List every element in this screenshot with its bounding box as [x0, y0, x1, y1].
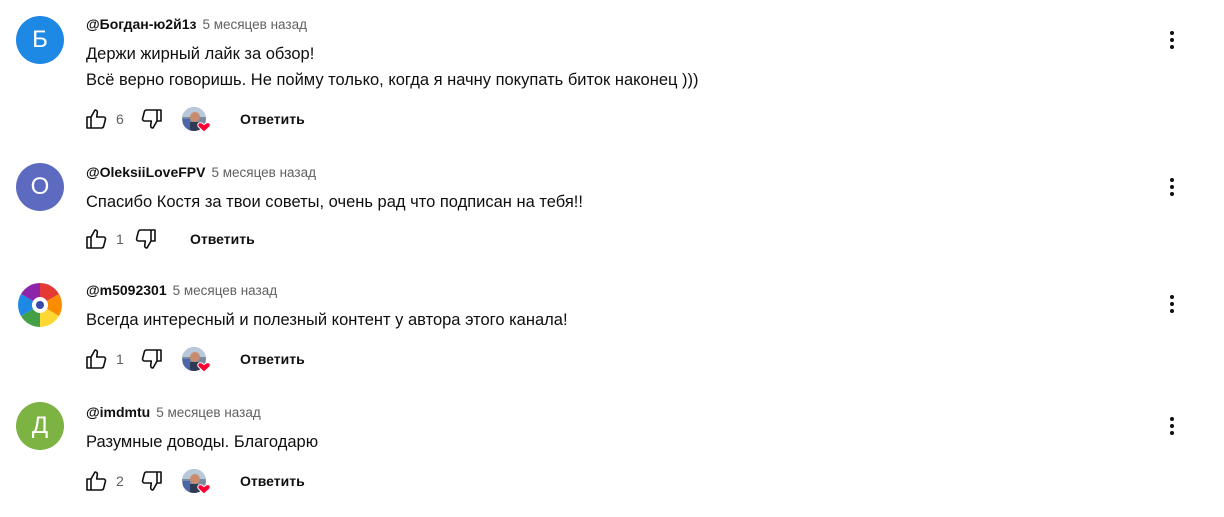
- avatar-letter: Б: [32, 26, 48, 53]
- comment-meta: @imdmtu 5 месяцев назад: [86, 403, 261, 422]
- comment-menu-button[interactable]: [1160, 292, 1184, 316]
- dislike-button[interactable]: [132, 225, 160, 253]
- author-name[interactable]: @imdmtu: [86, 404, 150, 420]
- thumb-down-icon: [141, 471, 162, 491]
- thumb-up-icon: [86, 229, 107, 249]
- more-vertical-icon: [1170, 31, 1174, 49]
- like-count: 6: [116, 111, 124, 127]
- comment-text: Разумные доводы. Благодарю: [86, 429, 318, 455]
- timestamp[interactable]: 5 месяцев назад: [202, 17, 307, 32]
- creator-avatar-icon: [182, 347, 211, 373]
- comment-text-line: Разумные доводы. Благодарю: [86, 433, 319, 451]
- comment-text-line: Всё верно говоришь. Не пойму только, ког…: [86, 71, 699, 89]
- like-button[interactable]: [82, 467, 110, 495]
- like-button[interactable]: [82, 345, 110, 373]
- dislike-button[interactable]: [138, 345, 166, 373]
- comment-text: Держи жирный лайк за обзор! Всё верно го…: [86, 41, 699, 93]
- creator-heart: [180, 345, 212, 373]
- comment-text-line: Держи жирный лайк за обзор!: [86, 45, 315, 63]
- timestamp[interactable]: 5 месяцев назад: [156, 405, 261, 420]
- thumb-up-icon: [86, 109, 107, 129]
- author-name[interactable]: @Богдан-ю2й1з: [86, 16, 196, 32]
- timestamp[interactable]: 5 месяцев назад: [173, 283, 278, 298]
- comment-menu-button[interactable]: [1160, 28, 1184, 52]
- creator-avatar-icon: [182, 469, 211, 495]
- like-button[interactable]: [82, 105, 110, 133]
- avatar[interactable]: О: [16, 163, 64, 211]
- reply-button[interactable]: Ответить: [240, 111, 305, 127]
- author-name[interactable]: @m5092301: [86, 282, 167, 298]
- avatar-letter: Д: [31, 412, 49, 439]
- author-name[interactable]: @OleksiiLoveFPV: [86, 164, 205, 180]
- reply-button[interactable]: Ответить: [190, 231, 255, 247]
- avatar[interactable]: [16, 281, 64, 329]
- comment-menu-button[interactable]: [1160, 414, 1184, 438]
- comment-actions: 1 Ответить: [82, 223, 255, 255]
- comment-actions: 1 Ответить: [82, 343, 305, 375]
- like-count: 2: [116, 473, 124, 489]
- like-count: 1: [116, 231, 124, 247]
- comment-menu-button[interactable]: [1160, 175, 1184, 199]
- avatar[interactable]: Д: [16, 402, 64, 450]
- more-vertical-icon: [1170, 295, 1174, 313]
- creator-heart: [180, 105, 212, 133]
- rainbow-swirl-avatar-icon: [16, 281, 64, 329]
- thumb-down-icon: [135, 229, 156, 249]
- thumb-up-icon: [86, 471, 107, 491]
- creator-heart: [180, 467, 212, 495]
- avatar[interactable]: Б: [16, 16, 64, 64]
- creator-avatar-icon: [182, 107, 211, 133]
- thumb-down-icon: [141, 109, 162, 129]
- comment-text: Спасибо Костя за твои советы, очень рад …: [86, 189, 583, 215]
- reply-button[interactable]: Ответить: [240, 351, 305, 367]
- thumb-up-icon: [86, 349, 107, 369]
- timestamp[interactable]: 5 месяцев назад: [211, 165, 316, 180]
- comment-text-line: Спасибо Костя за твои советы, очень рад …: [86, 193, 583, 211]
- more-vertical-icon: [1170, 417, 1174, 435]
- comment-text-line: Всегда интересный и полезный контент у а…: [86, 311, 568, 329]
- comment-meta: @OleksiiLoveFPV 5 месяцев назад: [86, 163, 316, 182]
- dislike-button[interactable]: [138, 105, 166, 133]
- comment-meta: @Богдан-ю2й1з 5 месяцев назад: [86, 15, 307, 34]
- like-button[interactable]: [82, 225, 110, 253]
- thumb-down-icon: [141, 349, 162, 369]
- comment-actions: 2 Ответить: [82, 465, 305, 497]
- comment-meta: @m5092301 5 месяцев назад: [86, 281, 277, 300]
- reply-button[interactable]: Ответить: [240, 473, 305, 489]
- avatar-letter: О: [30, 173, 50, 200]
- like-count: 1: [116, 351, 124, 367]
- dislike-button[interactable]: [138, 467, 166, 495]
- more-vertical-icon: [1170, 178, 1174, 196]
- comment-text: Всегда интересный и полезный контент у а…: [86, 307, 568, 333]
- comment-actions: 6 Ответить: [82, 103, 305, 135]
